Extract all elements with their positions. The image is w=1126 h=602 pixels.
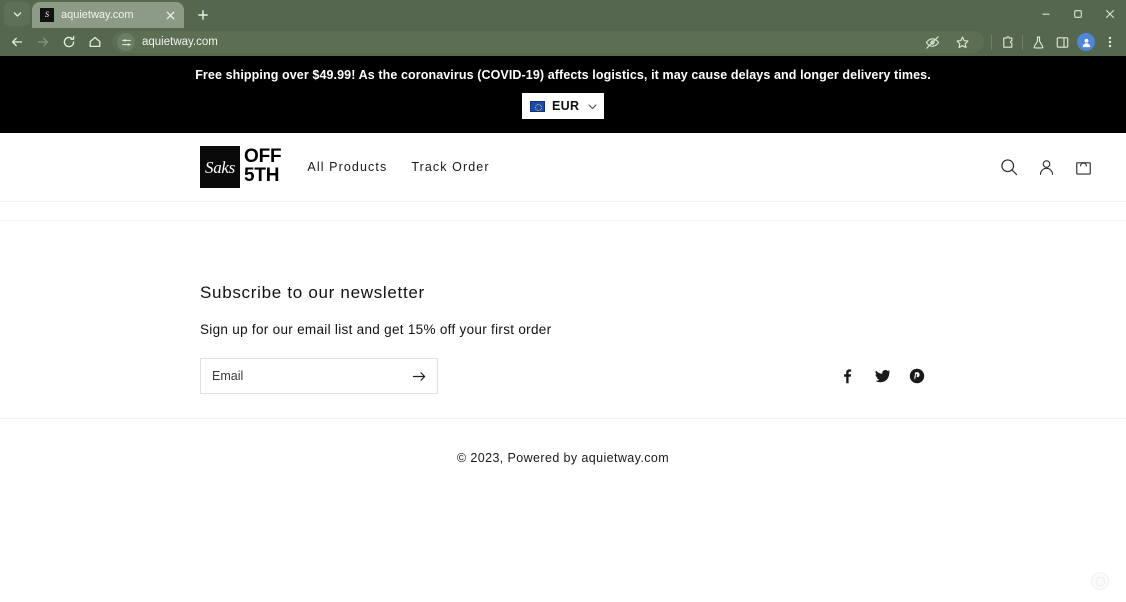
new-tab-plus-icon[interactable] bbox=[190, 3, 216, 27]
cart-icon[interactable] bbox=[1072, 156, 1094, 178]
window-controls bbox=[1030, 0, 1126, 28]
back-arrow-icon[interactable] bbox=[4, 30, 30, 54]
main-navigation: All Products Track Order bbox=[307, 160, 489, 174]
site-logo[interactable]: Saks OFF 5TH bbox=[200, 146, 281, 188]
header-spacer bbox=[0, 202, 1126, 220]
toolbar-divider bbox=[991, 35, 992, 50]
saks-logo-mark: Saks bbox=[200, 146, 240, 188]
twitter-icon[interactable] bbox=[873, 367, 891, 385]
chevron-down-icon[interactable] bbox=[586, 100, 599, 113]
newsletter-subtitle: Sign up for our email list and get 15% o… bbox=[200, 322, 1126, 337]
account-avatar-icon[interactable] bbox=[1074, 30, 1098, 54]
page-content: Free shipping over $49.99! As the corona… bbox=[0, 56, 1126, 602]
tab-search-chevron-down-icon[interactable] bbox=[4, 2, 30, 26]
tab-favicon-icon: S bbox=[40, 8, 54, 22]
site-footer: © 2023, Powered by aquietway.com bbox=[0, 418, 1126, 465]
chat-bubble-icon[interactable] bbox=[1091, 572, 1109, 590]
avatar[interactable] bbox=[1077, 33, 1095, 51]
tab-title: aquietway.com bbox=[61, 9, 155, 21]
side-panel-icon[interactable] bbox=[1050, 30, 1074, 54]
currency-selector[interactable]: EUR bbox=[522, 93, 604, 119]
lab-flask-icon[interactable] bbox=[1026, 30, 1050, 54]
window-close-button[interactable] bbox=[1094, 0, 1126, 28]
tune-icon[interactable] bbox=[117, 33, 135, 51]
omnibox-actions bbox=[920, 30, 974, 54]
facebook-icon[interactable] bbox=[838, 367, 856, 385]
header-icons bbox=[998, 156, 1094, 178]
window-maximize-button[interactable] bbox=[1062, 0, 1094, 28]
newsletter-title: Subscribe to our newsletter bbox=[200, 283, 1126, 303]
social-links bbox=[838, 367, 926, 385]
announcement-text: Free shipping over $49.99! As the corona… bbox=[0, 68, 1126, 83]
announcement-bar: Free shipping over $49.99! As the corona… bbox=[0, 56, 1126, 133]
currency-code: EUR bbox=[552, 99, 579, 113]
window-minimize-button[interactable] bbox=[1030, 0, 1062, 28]
three-dot-menu-icon[interactable] bbox=[1098, 30, 1122, 54]
pinterest-icon[interactable] bbox=[908, 367, 926, 385]
forward-arrow-icon[interactable] bbox=[30, 30, 56, 54]
copyright-text: © 2023, Powered by aquietway.com bbox=[0, 419, 1126, 465]
search-icon[interactable] bbox=[998, 156, 1020, 178]
home-icon[interactable] bbox=[82, 30, 108, 54]
newsletter-row: Email bbox=[200, 358, 1126, 394]
eu-flag-icon bbox=[530, 101, 545, 112]
reload-icon[interactable] bbox=[56, 30, 82, 54]
browser-tab[interactable]: S aquietway.com bbox=[32, 2, 184, 28]
currency-selector-wrap: EUR bbox=[0, 93, 1126, 119]
browser-window: S aquietway.com bbox=[0, 0, 1126, 602]
address-bar[interactable]: aquietway.com bbox=[112, 31, 984, 53]
newsletter-section: Subscribe to our newsletter Sign up for … bbox=[0, 221, 1126, 394]
account-icon[interactable] bbox=[1035, 156, 1057, 178]
logo-line-2: 5TH bbox=[244, 167, 281, 186]
address-bar-url: aquietway.com bbox=[142, 36, 218, 48]
newsletter-submit-arrow-right-icon[interactable] bbox=[409, 366, 429, 386]
tab-close-icon[interactable] bbox=[162, 7, 178, 23]
tab-strip: S aquietway.com bbox=[0, 0, 1126, 28]
nav-link-track-order[interactable]: Track Order bbox=[411, 160, 489, 174]
nav-link-all-products[interactable]: All Products bbox=[307, 160, 387, 174]
eye-off-icon[interactable] bbox=[920, 30, 944, 54]
toolbar-divider bbox=[1022, 35, 1023, 50]
email-input-wrapper[interactable]: Email bbox=[200, 358, 438, 394]
email-input-placeholder[interactable]: Email bbox=[212, 369, 409, 383]
site-header: Saks OFF 5TH All Products Track Order bbox=[0, 133, 1126, 201]
extensions-icon[interactable] bbox=[995, 30, 1019, 54]
browser-toolbar: aquietway.com bbox=[0, 28, 1126, 56]
logo-text: OFF 5TH bbox=[244, 146, 281, 188]
star-icon[interactable] bbox=[950, 30, 974, 54]
